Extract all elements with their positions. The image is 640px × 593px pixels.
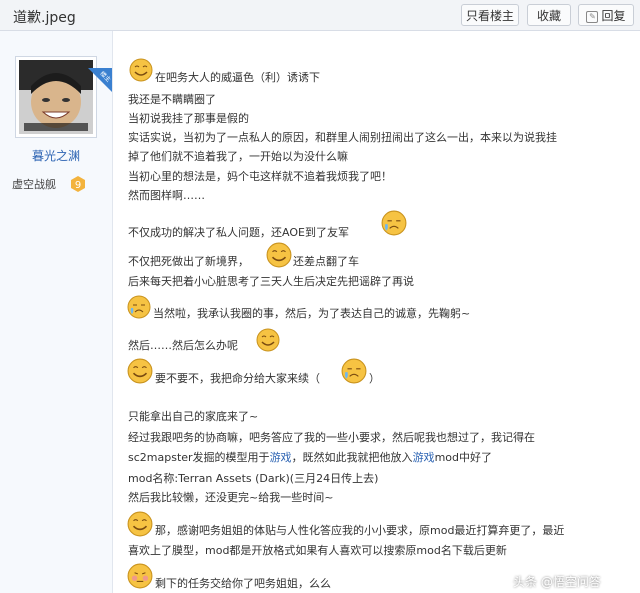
- smile-emoji-icon: [127, 358, 153, 384]
- post-line: 掉了他们就不追着我了，一开始以为没什么嘛: [128, 150, 348, 163]
- post-line: 然后我比较懒，还没更完~给我一些时间~: [128, 491, 334, 504]
- post-line: 喜欢上了膜型，mod都是开放格式如果有人喜欢可以搜索原mod名下载后更新: [128, 544, 507, 557]
- post-line: 那，感谢吧务姐姐的体贴与人性化答应我的小小要求，原mod最近打算弃更了，最近: [155, 524, 565, 537]
- user-panel: 楼主 暮光之渊 虚空战舰 9: [0, 31, 113, 593]
- post-line: 要不要不，我把命分给大家来续（: [155, 372, 320, 385]
- crying-emoji-icon: [381, 210, 407, 236]
- op-corner-badge: 楼主: [88, 68, 112, 92]
- post-line: 当然啦，我承认我圈的事，然后，为了表达自己的诚意，先鞠躬~: [153, 307, 471, 320]
- only-op-button[interactable]: 只看楼主: [461, 4, 519, 26]
- level-badge: 9: [71, 176, 85, 192]
- reply-button[interactable]: ✎ 回复: [578, 4, 634, 26]
- reply-icon: ✎: [586, 10, 599, 23]
- post-text: mod中好了: [434, 451, 492, 464]
- user-rank: 虚空战舰: [12, 178, 56, 191]
- post-line: 后来每天把着小心脏思考了三天人生后决定先把谣辟了再说: [128, 275, 414, 288]
- post-line: sc2mapster发掘的模型用于游戏，既然如此我就把他放入游戏mod中好了: [128, 451, 492, 465]
- post-header: 道歉.jpeg 只看楼主 收藏 ✎ 回复: [0, 0, 640, 31]
- post-text: sc2mapster发掘的模型用于: [128, 451, 270, 464]
- smile-emoji-icon: [127, 511, 153, 537]
- post-line: 当初说我挂了那事是假的: [128, 112, 249, 125]
- username-link[interactable]: 暮光之渊: [0, 147, 112, 164]
- post-line: 经过我跟吧务的协商嘛，吧务答应了我的一些小要求，然后呢我也想过了，我记得在: [128, 431, 535, 444]
- post-content: 在吧务大人的威逼色（利）诱诱下 我还是不瞒瞒圈了 当初说我挂了那事是假的 实话实…: [113, 31, 640, 593]
- post-line: 还差点翻了车: [293, 255, 359, 268]
- post-line: 我还是不瞒瞒圈了: [128, 93, 216, 106]
- embarrassed-emoji-icon: [127, 563, 153, 589]
- post-line: 不仅成功的解决了私人问题，还AOE到了友军: [128, 226, 349, 239]
- post-line: 然而图样啊……: [128, 189, 205, 202]
- crying-emoji-icon: [127, 295, 151, 319]
- avatar-frame[interactable]: [15, 56, 97, 138]
- svg-text:9: 9: [75, 180, 81, 191]
- avatar: [19, 60, 93, 134]
- smile-emoji-icon: [129, 58, 153, 82]
- post-line: 实话实说，当初为了一点私人的原因，和群里人闹别扭闹出了这么一出，本来以为说我挂: [128, 131, 557, 144]
- smile-emoji-icon: [256, 328, 280, 352]
- game-link[interactable]: 游戏: [413, 451, 435, 464]
- page-title: 道歉.jpeg: [13, 10, 76, 26]
- post-line: ）: [369, 372, 380, 385]
- post-line: 在吧务大人的威逼色（利）诱诱下: [155, 71, 320, 84]
- reply-label: 回复: [601, 9, 626, 23]
- game-link[interactable]: 游戏: [270, 451, 292, 464]
- post-text: ，既然如此我就把他放入: [291, 451, 413, 464]
- post-line: mod名称:Terran Assets (Dark)(三月24日传上去): [128, 472, 379, 485]
- post-line: 剩下的任务交给你了吧务姐姐，么么: [155, 577, 331, 590]
- post-line: 不仅把死做出了新境界，: [128, 255, 249, 268]
- collect-button[interactable]: 收藏: [527, 4, 571, 26]
- smile-emoji-icon: [266, 242, 292, 268]
- post-line: 当初心里的想法是，妈个屯这样就不追着我烦我了吧！: [128, 170, 392, 183]
- post-line: 只能拿出自己的家底来了~: [128, 410, 259, 423]
- watermark: 头条 @悟空问答: [513, 575, 601, 589]
- post-line: 然后……然后怎么办呢: [128, 339, 238, 352]
- crying-emoji-icon: [341, 358, 367, 384]
